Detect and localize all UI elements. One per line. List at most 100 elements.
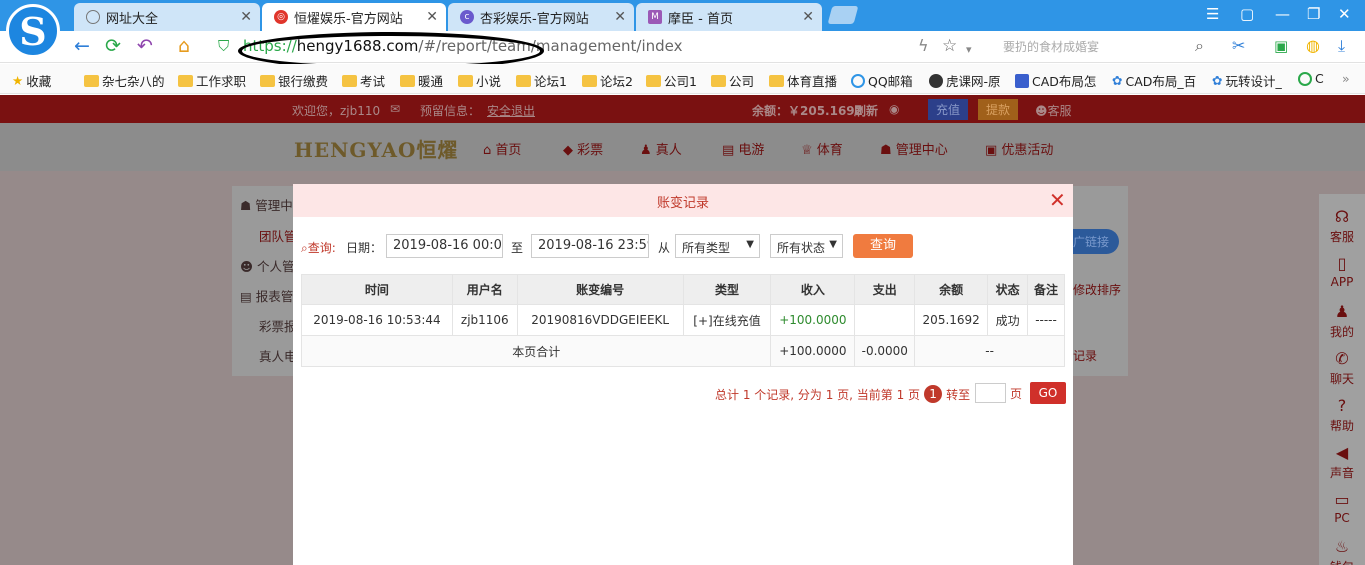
recharge-button[interactable]: 充值 bbox=[928, 99, 969, 120]
lightning-icon[interactable]: ϟ bbox=[918, 36, 929, 56]
bookmark-folder[interactable]: 小说 bbox=[458, 71, 501, 90]
close-icon[interactable]: ✕ bbox=[614, 9, 626, 25]
folder-icon bbox=[769, 74, 784, 87]
nav-home[interactable]: ⌂ 首页 bbox=[483, 139, 521, 158]
service-link[interactable]: ☻客服 bbox=[1035, 102, 1072, 119]
float-pc[interactable]: ▭ PC bbox=[1319, 491, 1365, 526]
side-item-team[interactable]: 团队管 bbox=[259, 226, 297, 245]
tab-label: 恒燿娱乐-官方网站 bbox=[294, 11, 403, 27]
bookmark-folder[interactable]: 工作求职 bbox=[178, 71, 246, 90]
search-icon: ⌕ bbox=[301, 241, 308, 255]
status-select[interactable]: 所有状态 ▼ bbox=[770, 234, 843, 258]
nav-live[interactable]: ♟ 真人 bbox=[640, 139, 682, 158]
search-icon[interactable]: ⌕ bbox=[1195, 36, 1204, 56]
refresh-link[interactable]: 刷新 bbox=[854, 102, 878, 119]
float-wallet[interactable]: ♨ 钱包 bbox=[1319, 538, 1365, 565]
promo-link-button[interactable]: 广链接 bbox=[1073, 229, 1120, 254]
translate-icon[interactable]: ▣ bbox=[1274, 36, 1288, 56]
float-mine[interactable]: ♟ 我的 bbox=[1319, 303, 1365, 340]
nav-promotions[interactable]: ▣ 优惠活动 bbox=[985, 139, 1053, 158]
side-item-personal[interactable]: ☻ 个人管 bbox=[240, 256, 295, 275]
site-logo[interactable]: HENGYAO恒燿 bbox=[294, 134, 458, 163]
bookmark-folder[interactable]: 论坛1 bbox=[516, 71, 567, 90]
tab-hengyao[interactable]: ◎ 恒燿娱乐-官方网站 ✕ bbox=[262, 3, 446, 31]
float-help[interactable]: ? 帮助 bbox=[1319, 397, 1365, 434]
minimize-icon[interactable]: — bbox=[1275, 5, 1290, 23]
diamond-icon: ◆ bbox=[563, 143, 578, 158]
goto-page-input[interactable] bbox=[975, 383, 1006, 403]
nav-slots[interactable]: ▤ 电游 bbox=[722, 139, 764, 158]
home-icon[interactable]: ⌂ bbox=[178, 36, 190, 56]
bookmark-design[interactable]: ✿ 玩转设计_ bbox=[1212, 71, 1282, 90]
modify-sort-link[interactable]: 修改排序 bbox=[1073, 281, 1121, 298]
back-icon[interactable]: ← bbox=[74, 36, 90, 56]
query-button[interactable]: 查询 bbox=[853, 234, 913, 258]
records-link[interactable]: 记录 bbox=[1073, 347, 1097, 364]
bookmark-folder[interactable]: 杂七杂八的 bbox=[84, 71, 165, 90]
restore-icon[interactable]: ❐ bbox=[1307, 5, 1320, 23]
tab-xingcai[interactable]: c 杏彩娱乐-官方网站 ✕ bbox=[448, 3, 634, 31]
side-item-lottery-report[interactable]: 彩票报 bbox=[259, 316, 297, 335]
bookmark-folder[interactable]: 银行缴费 bbox=[260, 71, 328, 90]
go-button[interactable]: GO bbox=[1030, 382, 1066, 404]
page-number-button[interactable]: 1 bbox=[924, 385, 943, 403]
tab-mochen[interactable]: M 摩臣 - 首页 ✕ bbox=[636, 3, 822, 31]
undo-icon[interactable]: ↶ bbox=[137, 36, 153, 56]
nav-lottery[interactable]: ◆ 彩票 bbox=[563, 139, 603, 158]
bookmark-qqmail[interactable]: QQ邮箱 bbox=[851, 71, 913, 90]
home-icon: ⌂ bbox=[483, 143, 496, 158]
bookmark-folder[interactable]: 考试 bbox=[342, 71, 385, 90]
eye-icon[interactable]: ◉ bbox=[889, 102, 899, 116]
close-icon[interactable]: ✕ bbox=[1049, 190, 1066, 210]
chevron-down-icon: ▼ bbox=[829, 239, 837, 250]
menu-icon[interactable]: ☰ bbox=[1206, 5, 1219, 23]
nav-management[interactable]: ☗ 管理中心 bbox=[880, 139, 948, 158]
bookmark-favorites[interactable]: ★ 收藏 bbox=[12, 71, 51, 90]
date-label: 日期： bbox=[346, 241, 383, 255]
download-icon[interactable]: ⤓ bbox=[1338, 36, 1345, 56]
float-chat[interactable]: ✆ 聊天 bbox=[1319, 350, 1365, 387]
bookmark-c[interactable]: C bbox=[1298, 71, 1324, 86]
skin-icon[interactable]: ▢ bbox=[1240, 5, 1254, 23]
close-icon[interactable]: ✕ bbox=[802, 9, 814, 25]
cell-income: +100.0000 bbox=[770, 304, 856, 336]
bookmark-hukewang[interactable]: 虎课网-原 bbox=[929, 71, 1001, 90]
bookmark-folder[interactable]: 体育直播 bbox=[769, 71, 837, 90]
new-tab-button[interactable] bbox=[827, 6, 859, 24]
close-window-icon[interactable]: ✕ bbox=[1338, 5, 1351, 23]
nav-sports[interactable]: ♕ 体育 bbox=[801, 139, 843, 158]
withdraw-button[interactable]: 提款 bbox=[978, 99, 1019, 120]
side-item-reports[interactable]: ▤ 报表管 bbox=[240, 286, 293, 305]
bookmark-folder[interactable]: 公司 bbox=[711, 71, 754, 90]
chevron-down-icon[interactable]: ▾ bbox=[966, 40, 972, 60]
mail-icon[interactable]: ✉ bbox=[390, 102, 400, 116]
scissors-icon[interactable]: ✂ bbox=[1232, 36, 1245, 56]
side-item-live-report[interactable]: 真人电 bbox=[259, 346, 297, 365]
bookmark-cad2[interactable]: ✿ CAD布局_百 bbox=[1112, 71, 1196, 90]
float-app[interactable]: ▯ APP bbox=[1319, 255, 1365, 290]
folder-icon bbox=[400, 74, 415, 87]
tab-nav-sites[interactable]: 网址大全 ✕ bbox=[74, 3, 260, 31]
more-bookmarks-icon[interactable]: » bbox=[1342, 71, 1350, 86]
side-item-management[interactable]: ☗ 管理中 bbox=[240, 195, 293, 214]
bookmark-folder[interactable]: 暖通 bbox=[400, 71, 443, 90]
star-icon[interactable]: ☆ bbox=[942, 36, 957, 56]
search-input[interactable]: 要扔的食材成婚宴 bbox=[1003, 38, 1099, 55]
bookmark-cad1[interactable]: CAD布局怎 bbox=[1015, 71, 1096, 90]
float-service[interactable]: ☊ 客服 bbox=[1319, 208, 1365, 245]
tiger-icon bbox=[929, 73, 943, 88]
bookmark-folder[interactable]: 公司1 bbox=[646, 71, 697, 90]
more-icon[interactable]: ◍ bbox=[1306, 36, 1320, 56]
refresh-icon[interactable]: ⟳ bbox=[105, 36, 121, 56]
logout-link[interactable]: 安全退出 bbox=[487, 102, 535, 119]
browser-logo[interactable]: S bbox=[6, 4, 60, 58]
bookmark-folder[interactable]: 论坛2 bbox=[582, 71, 633, 90]
date-from-input[interactable]: 2019-08-16 00:00 bbox=[386, 234, 503, 258]
pagination-summary: 总计 1 个记录, 分为 1 页, 当前第 1 页 bbox=[715, 387, 921, 402]
warning-label: 预留信息： bbox=[420, 104, 481, 118]
date-to-input[interactable]: 2019-08-16 23:59 bbox=[531, 234, 649, 258]
float-sound[interactable]: ◀ 声音 bbox=[1319, 444, 1365, 481]
close-icon[interactable]: ✕ bbox=[240, 9, 252, 25]
type-select[interactable]: 所有类型 ▼ bbox=[675, 234, 760, 258]
close-icon[interactable]: ✕ bbox=[426, 9, 438, 25]
